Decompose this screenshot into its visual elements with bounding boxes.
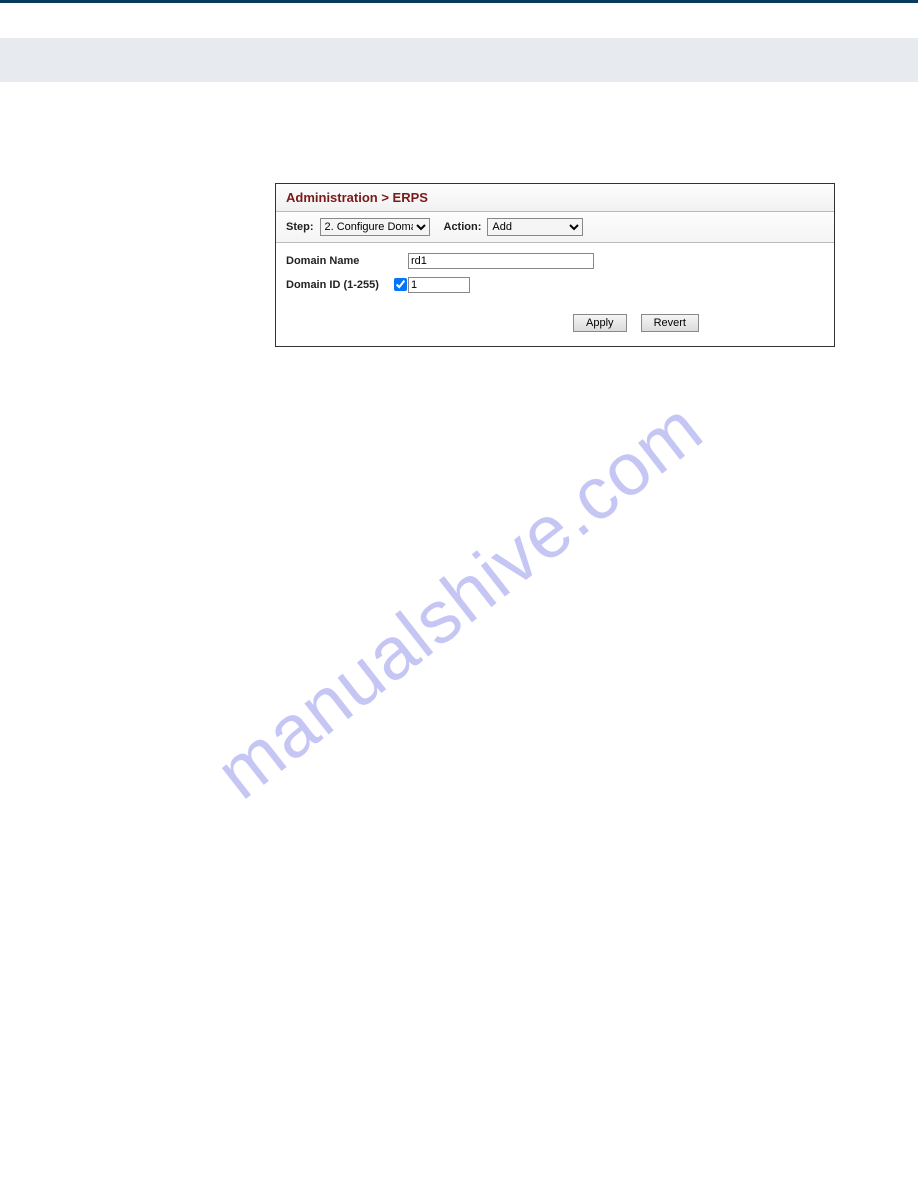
action-label: Action: <box>444 221 482 233</box>
breadcrumb: Administration > ERPS <box>276 184 834 212</box>
domain-name-label: Domain Name <box>286 255 390 267</box>
panel-controls: Step: 2. Configure Domain Action: Add <box>276 212 834 243</box>
apply-button[interactable]: Apply <box>573 314 627 332</box>
domain-name-input[interactable] <box>408 253 594 269</box>
domain-id-checkbox[interactable] <box>394 278 407 291</box>
action-select[interactable]: Add <box>487 218 583 236</box>
domain-id-input[interactable] <box>408 277 470 293</box>
button-row: Apply Revert <box>286 314 824 332</box>
step-select[interactable]: 2. Configure Domain <box>320 218 430 236</box>
panel-body: Domain Name Domain ID (1-255) Apply Reve… <box>276 243 834 346</box>
domain-id-label: Domain ID (1-255) <box>286 279 390 291</box>
domain-name-row: Domain Name <box>286 253 824 269</box>
revert-button[interactable]: Revert <box>641 314 699 332</box>
header-gray-bar <box>0 38 918 82</box>
erps-panel: Administration > ERPS Step: 2. Configure… <box>275 183 835 347</box>
step-label: Step: <box>286 221 314 233</box>
top-border-bar <box>0 0 918 38</box>
watermark: manualshive.com <box>200 385 718 816</box>
domain-id-row: Domain ID (1-255) <box>286 275 824 294</box>
